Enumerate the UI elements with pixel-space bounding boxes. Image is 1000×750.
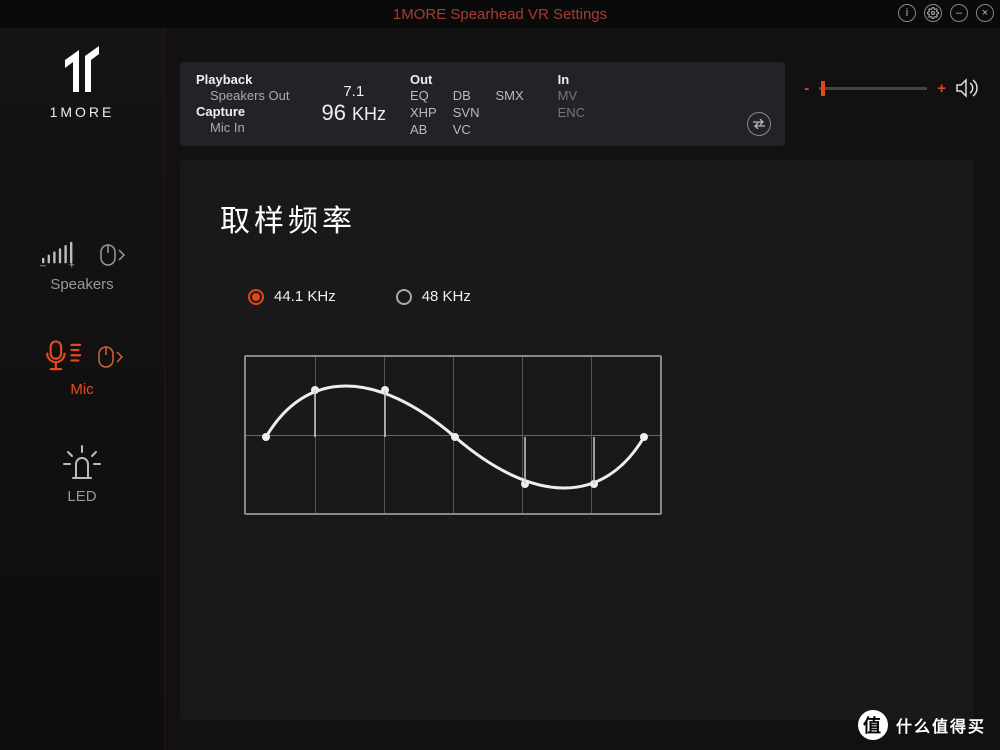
out-items: EQ DB SMX XHP SVN AB VC [410,88,524,137]
in-item: MV [558,88,585,103]
svg-text:–: – [40,261,46,270]
volume-minus[interactable]: - [804,80,809,97]
rate-unit: KHz [352,104,386,125]
microphone-icon [42,339,94,375]
radio-ring-icon [396,289,412,305]
volume-control[interactable]: - + [804,78,978,98]
led-icon [62,444,102,482]
svg-text:+: + [68,261,74,270]
sidebar-item-mic[interactable]: Mic [0,339,164,398]
minimize-button[interactable]: – [950,4,968,22]
sidebar-item-label: Speakers [50,276,113,293]
brand-text: 1MORE [50,104,115,120]
sidebar: 1MORE – + Speakers [0,28,165,750]
mouse-icon [98,346,114,368]
in-label: In [558,72,585,87]
equalizer-icon: – + [40,240,96,270]
radio-ring-icon [248,289,264,305]
main-panel: 取样频率 44.1 KHz 48 KHz [180,160,974,720]
status-panel: Playback Speakers Out Capture Mic In 7.1… [180,62,785,146]
channels-value: 7.1 [343,83,364,100]
watermark: 值 什么值得买 [858,710,986,740]
app-title: 1MORE Spearhead VR Settings [393,6,607,23]
out-item: VC [453,122,480,137]
volume-plus[interactable]: + [937,80,946,97]
swap-button[interactable] [747,112,771,136]
volume-thumb[interactable] [821,81,825,96]
playback-value: Speakers Out [196,88,290,103]
in-item: ENC [558,105,585,120]
out-item: DB [453,88,480,103]
brand-logo: 1MORE [0,46,164,120]
close-button[interactable]: × [976,4,994,22]
watermark-badge: 值 [858,710,888,740]
chevron-right-icon [115,351,123,363]
sample-rate-options: 44.1 KHz 48 KHz [248,288,934,305]
radio-label: 48 KHz [422,288,471,305]
titlebar: 1MORE Spearhead VR Settings i – × [0,0,1000,28]
radio-label: 44.1 KHz [274,288,336,305]
volume-slider[interactable] [819,87,927,90]
out-label: Out [410,72,524,87]
radio-48khz[interactable]: 48 KHz [396,288,471,305]
out-item: SMX [495,88,523,103]
waveform-illustration [244,355,662,515]
window-controls: i – × [898,4,994,22]
swap-icon [752,119,766,129]
gear-icon [927,7,939,19]
out-item: EQ [410,88,437,103]
settings-button[interactable] [924,4,942,22]
out-item: SVN [453,105,480,120]
capture-value: Mic In [196,120,290,135]
capture-label: Capture [196,104,290,119]
sidebar-item-led[interactable]: LED [0,444,164,505]
page-heading: 取样频率 [220,196,934,240]
sidebar-item-label: Mic [70,381,93,398]
mouse-icon [100,244,116,266]
info-button[interactable]: i [898,4,916,22]
sidebar-item-speakers[interactable]: – + Speakers [0,240,164,293]
watermark-text: 什么值得买 [896,713,986,737]
playback-label: Playback [196,72,290,87]
radio-44-1khz[interactable]: 44.1 KHz [248,288,336,305]
out-item: AB [410,122,437,137]
rate-value: 96 [322,100,346,126]
sidebar-item-label: LED [67,488,96,505]
chevron-right-icon [117,249,125,261]
logo-icon [59,46,105,98]
out-item: XHP [410,105,437,120]
speaker-icon[interactable] [956,78,978,98]
